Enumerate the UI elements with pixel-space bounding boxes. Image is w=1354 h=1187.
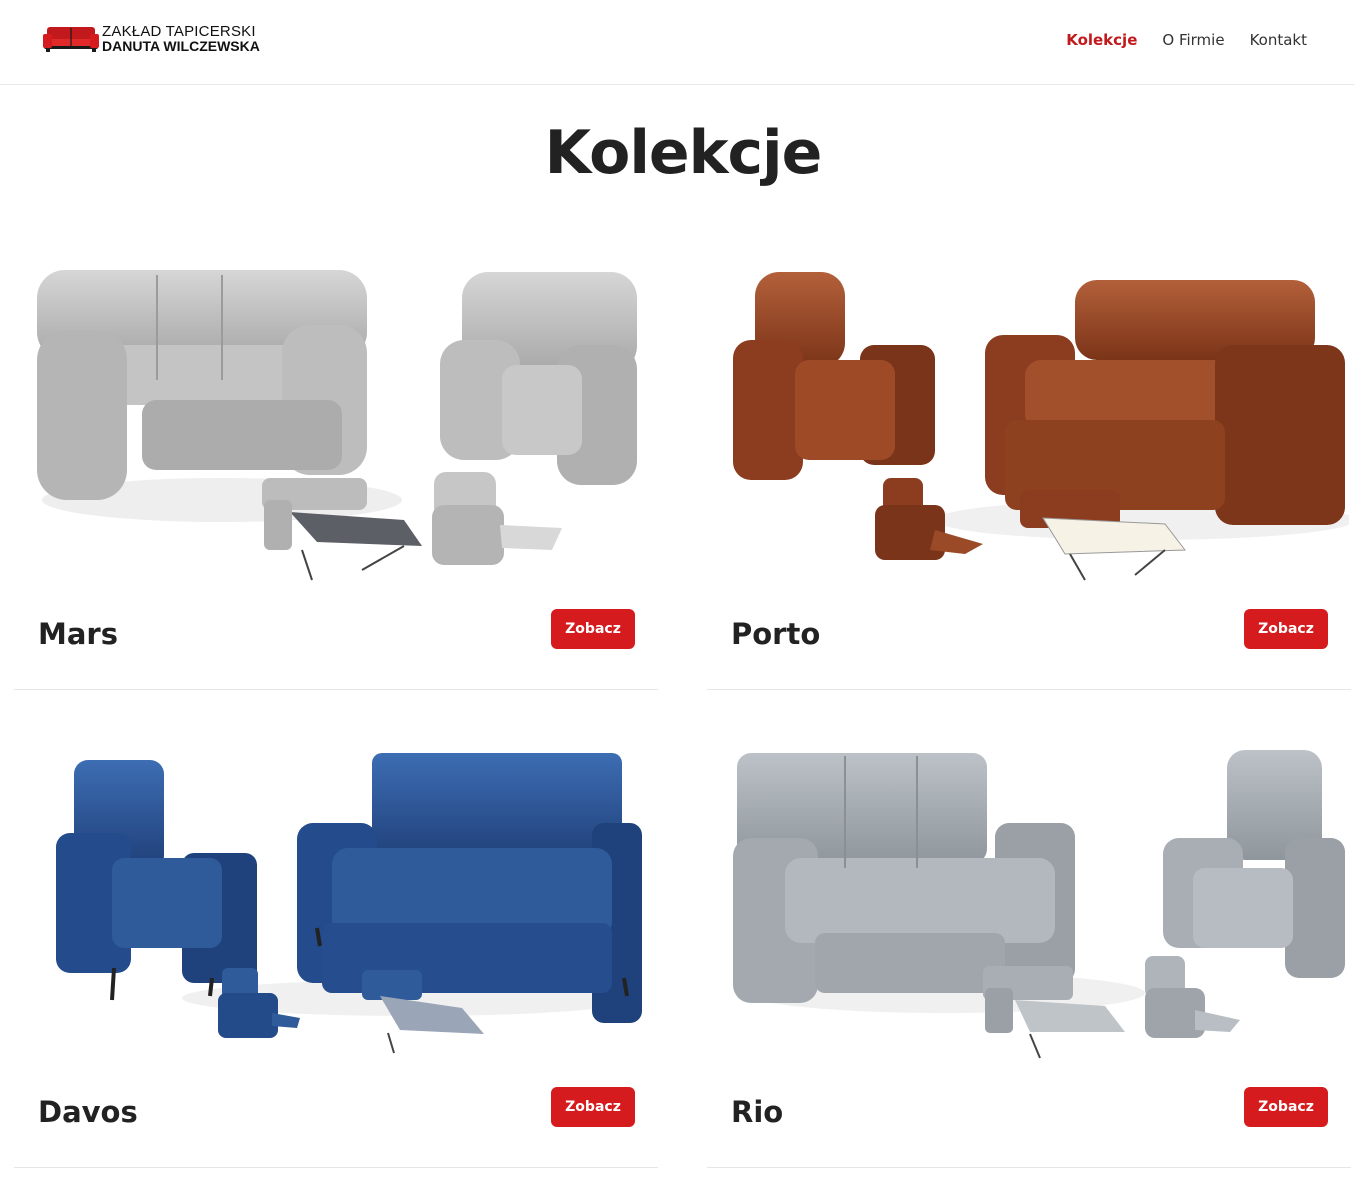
view-button[interactable]: Zobacz [1244,609,1328,649]
logo-line2: DANUTA WILCZEWSKA [102,38,260,54]
site-header: ZAKŁAD TAPICERSKI DANUTA WILCZEWSKA Kole… [0,0,1354,85]
collection-image[interactable] [32,250,656,590]
page-title: Kolekcje [544,118,823,188]
nav-item-o-firmie[interactable]: O Firmie [1162,31,1224,49]
collection-card: Porto Zobacz [707,250,1351,690]
collection-name: Rio [731,1095,784,1129]
collection-card: Rio Zobacz [707,728,1351,1168]
collection-image[interactable] [32,728,656,1068]
collection-card: Davos Zobacz [14,728,658,1168]
logo-text: ZAKŁAD TAPICERSKI DANUTA WILCZEWSKA [102,23,260,54]
view-button[interactable]: Zobacz [551,1087,635,1127]
collection-name: Porto [731,617,821,651]
main-nav: Kolekcje O Firmie Kontakt [1041,31,1307,49]
view-button[interactable]: Zobacz [1244,1087,1328,1127]
sofa-logo-icon [43,27,99,52]
collection-image[interactable] [725,728,1349,1068]
view-button[interactable]: Zobacz [551,609,635,649]
collection-image[interactable] [725,250,1349,590]
nav-item-kontakt[interactable]: Kontakt [1250,31,1307,49]
collection-card: Mars Zobacz [14,250,658,690]
logo[interactable]: ZAKŁAD TAPICERSKI DANUTA WILCZEWSKA [42,24,260,54]
logo-line1: ZAKŁAD TAPICERSKI [102,23,256,40]
collection-name: Mars [38,617,118,651]
nav-item-kolekcje[interactable]: Kolekcje [1066,31,1137,49]
collection-name: Davos [38,1095,138,1129]
